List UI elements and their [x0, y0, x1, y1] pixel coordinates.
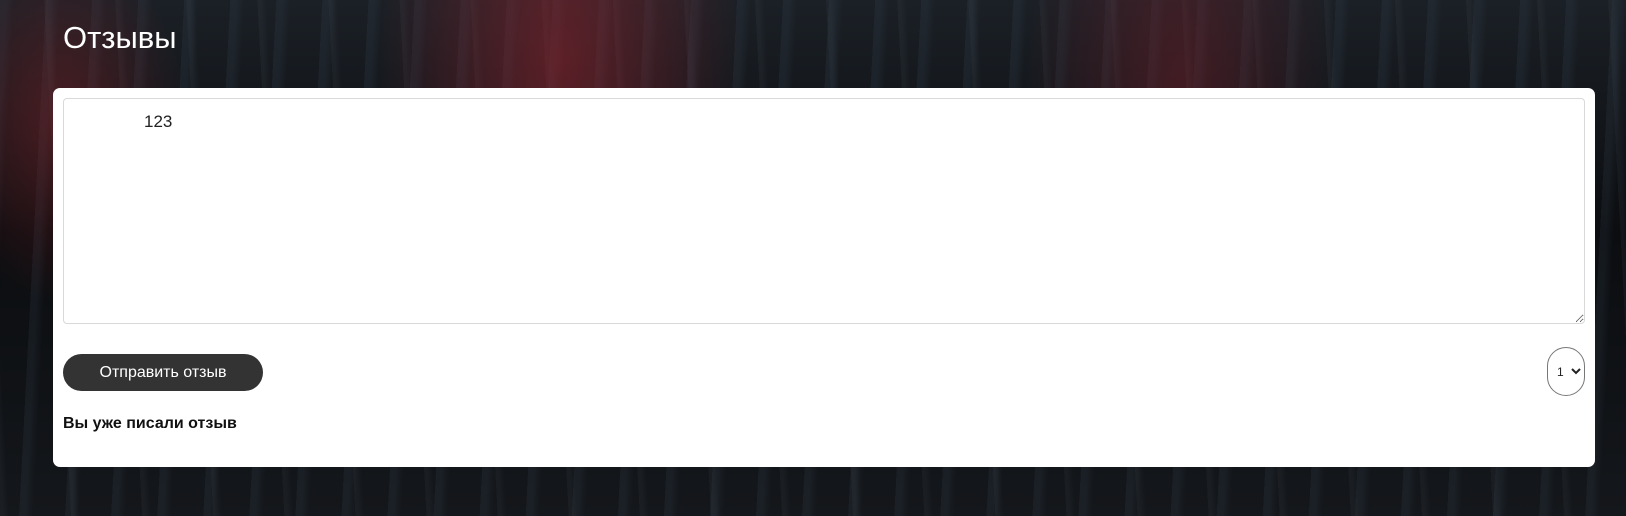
status-message: Вы уже писали отзыв	[63, 415, 237, 432]
review-textarea[interactable]: 123	[63, 98, 1585, 324]
review-form-card: 123 Отправить отзыв 1 Вы уже писали отзы…	[53, 88, 1595, 467]
submit-review-button[interactable]: Отправить отзыв	[63, 354, 263, 391]
page-title: Отзывы	[63, 20, 177, 55]
rating-select[interactable]: 1	[1547, 347, 1585, 396]
